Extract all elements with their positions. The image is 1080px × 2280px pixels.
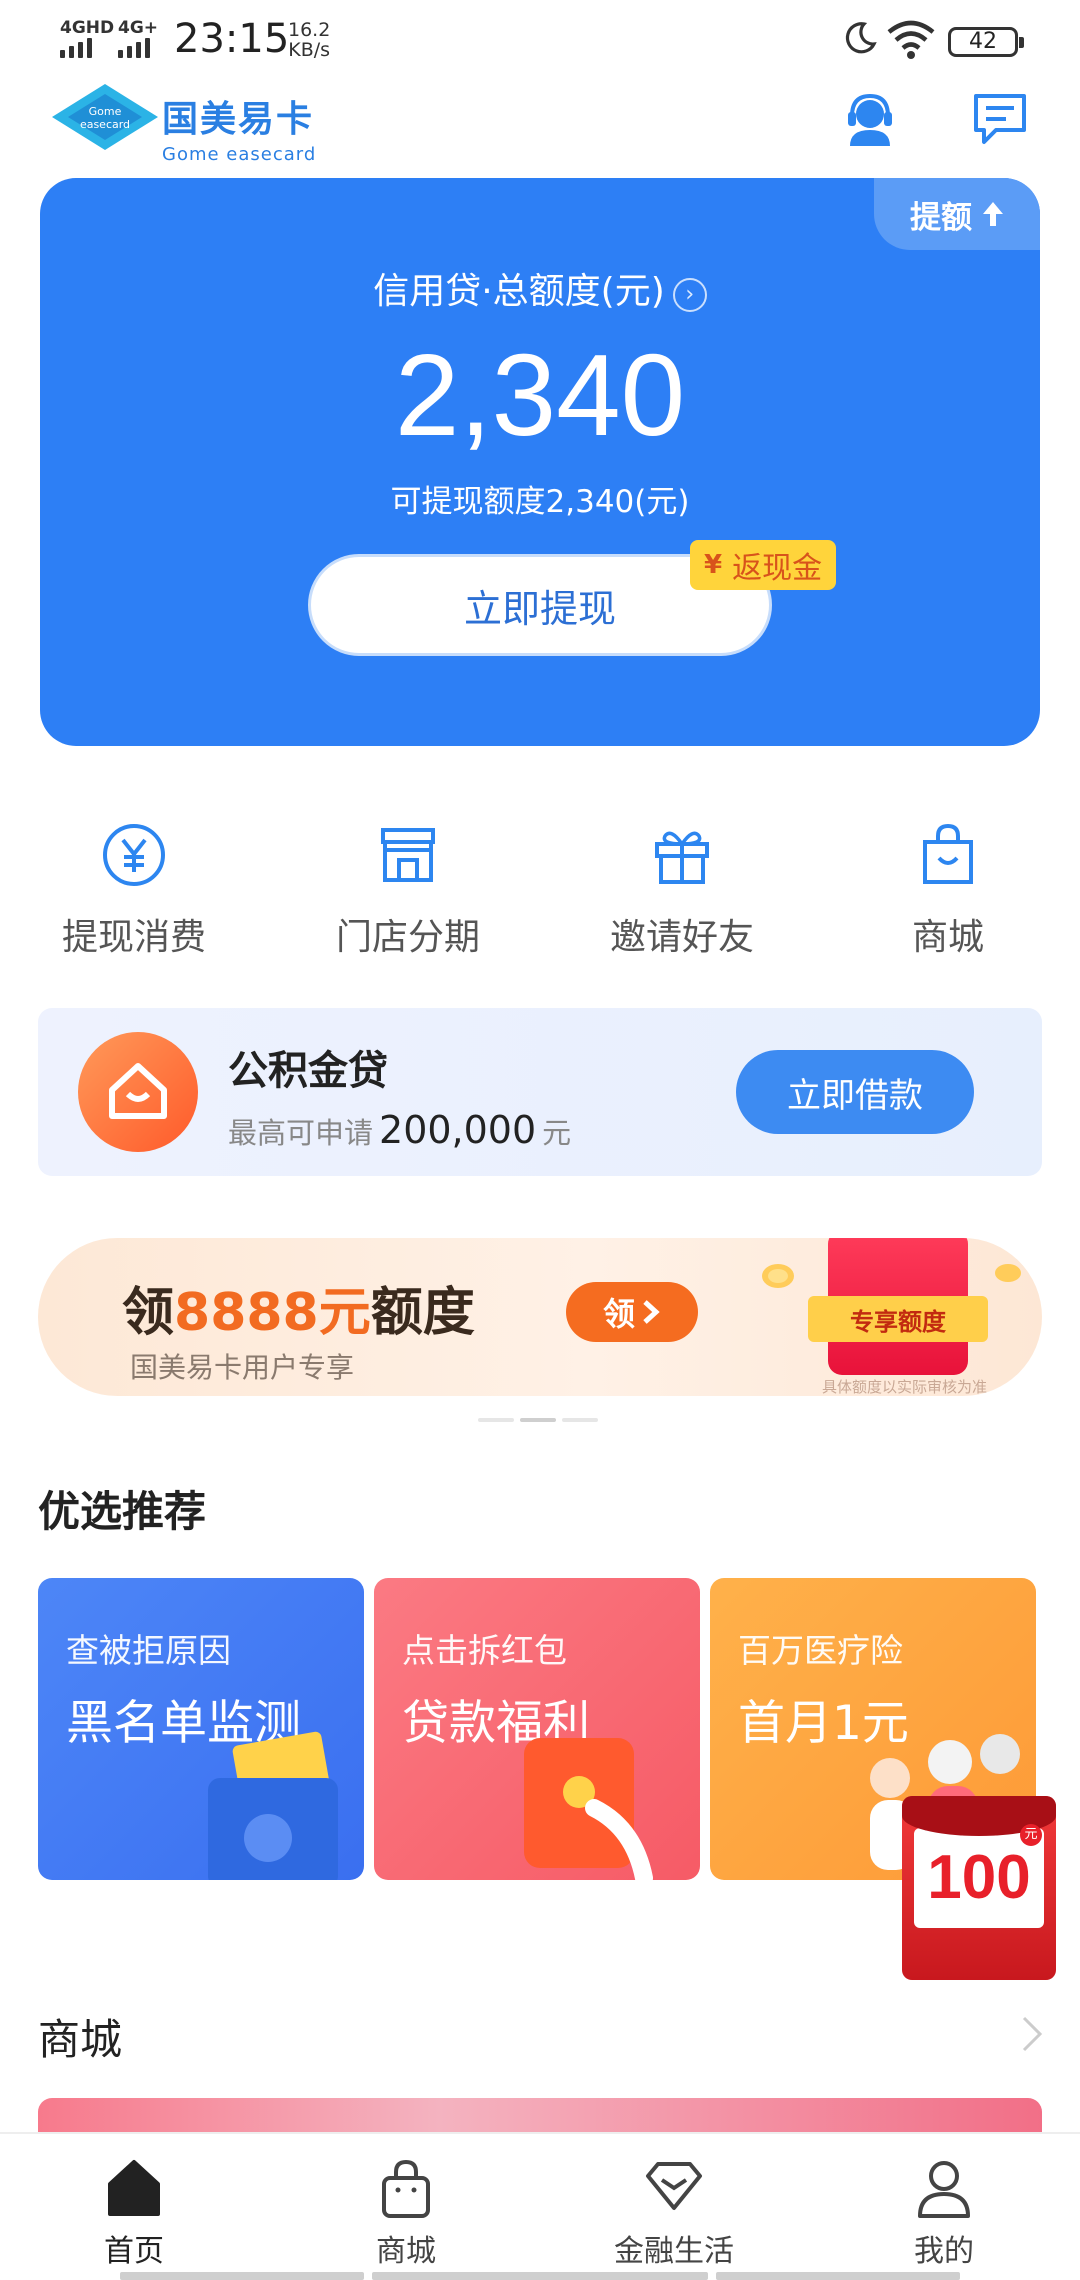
chevron-right-icon: [643, 1300, 660, 1324]
network-type-1: 4GHD: [60, 18, 115, 38]
loan-max-amount: 最高可申请 200,000 元: [228, 1108, 571, 1152]
diamond-icon: [646, 2162, 702, 2210]
quick-item-withdraw[interactable]: 提现消费: [44, 820, 224, 960]
gesture-bar: [120, 2272, 364, 2280]
carousel-indicator: [478, 1418, 598, 1422]
signal-1-icon: [60, 38, 92, 58]
coin-icon: [995, 1264, 1021, 1282]
signal-2-icon: [118, 38, 150, 58]
recommend-card-red-packet[interactable]: 点击拆红包 贷款福利: [374, 1578, 700, 1880]
quick-item-mall[interactable]: 商城: [858, 820, 1038, 960]
svg-text:easecard: easecard: [80, 118, 130, 131]
cashback-badge: ¥ 返现金: [690, 540, 837, 590]
red-packet-value: 100: [927, 1843, 1031, 1912]
brand-name: 国美易卡 Gome easecard: [162, 90, 316, 165]
promo-title-suffix: 额度: [370, 1283, 475, 1343]
loan-title: 公积金贷: [228, 1048, 388, 1094]
network-type-2: 4G+: [118, 18, 159, 38]
cashback-label: 返现金: [732, 551, 823, 586]
provident-fund-loan-card[interactable]: 公积金贷 最高可申请 200,000 元 立即借款: [38, 1008, 1042, 1176]
quick-item-store-installment[interactable]: 门店分期: [318, 820, 498, 960]
nav-mall[interactable]: 商城: [306, 2156, 506, 2270]
credit-limit-title-text: 信用贷·总额度(元): [373, 271, 665, 312]
raise-limit-label: 提额: [910, 199, 972, 236]
yen-icon: [103, 824, 165, 886]
promo-title-highlight: 8888元: [174, 1283, 371, 1343]
raise-limit-button[interactable]: 提额: [874, 178, 1040, 250]
speed-value: 16.2: [288, 19, 331, 41]
status-bar: 4GHD 4G+ 23:15 16.2 KB/s 42: [0, 0, 1080, 80]
carousel-dot-active: [520, 1418, 556, 1422]
brand-name-en: Gome easecard: [162, 144, 317, 165]
chevron-right-icon[interactable]: [1020, 2014, 1044, 2054]
mall-title: 商城: [38, 2015, 123, 2064]
promo-title: 领8888元额度: [122, 1270, 475, 1345]
shopping-bag-icon: [923, 823, 973, 884]
home-icon: [108, 2160, 160, 2216]
recommend-card-sub: 百万医疗险: [738, 1631, 903, 1670]
recommend-card-blacklist[interactable]: 查被拒原因 黑名单监测: [38, 1578, 364, 1880]
floating-red-packet[interactable]: 100 元: [902, 1796, 1056, 1980]
speed-unit: KB/s: [288, 39, 331, 61]
loan-max-value: 200,000: [379, 1108, 537, 1152]
gesture-bar: [372, 2272, 708, 2280]
red-packet-unit: 元: [1020, 1824, 1042, 1846]
nav-label: 我的: [914, 2234, 974, 2269]
credit-limit-title: 信用贷·总额度(元) ›: [40, 262, 1040, 314]
red-packet-icon: [524, 1738, 653, 1880]
promo-note: 具体额度以实际审核为准: [822, 1378, 988, 1396]
promo-subtitle: 国美易卡用户专享: [130, 1351, 355, 1384]
quick-item-label: 邀请好友: [609, 917, 754, 958]
quick-item-invite[interactable]: 邀请好友: [592, 820, 772, 960]
house-icon: [78, 1032, 198, 1152]
recommend-title: 优选推荐: [38, 1487, 207, 1536]
carousel-dot: [478, 1418, 514, 1422]
nav-profile[interactable]: 我的: [844, 2156, 1044, 2270]
svg-text:Gome: Gome: [89, 105, 122, 118]
battery-indicator: 42: [948, 27, 1024, 57]
chevron-right-circle-icon[interactable]: ›: [672, 278, 707, 312]
document-folder-icon: [208, 1731, 338, 1880]
shopping-bag-icon: [382, 2159, 430, 2218]
recommend-card-sub: 查被拒原因: [66, 1631, 231, 1670]
nav-finance-life[interactable]: 金融生活: [574, 2156, 774, 2270]
promo-banner[interactable]: 领8888元额度 国美易卡用户专享 领 专享额度 具体额度以实际审核为准: [38, 1238, 1042, 1396]
coin-icon: [762, 1264, 794, 1288]
quick-item-label: 商城: [911, 917, 984, 958]
quick-item-label: 门店分期: [335, 917, 480, 958]
promo-get-button[interactable]: 领: [566, 1282, 698, 1342]
nav-label: 首页: [104, 2234, 164, 2269]
quick-item-label: 提现消费: [61, 917, 206, 958]
loan-max-unit: 元: [542, 1116, 572, 1150]
arrow-up-icon: [983, 202, 1003, 226]
profile-icon: [918, 2161, 970, 2218]
network-speed: 16.2 KB/s: [288, 20, 330, 60]
nav-label: 商城: [376, 2234, 436, 2269]
packet-label: 专享额度: [808, 1296, 988, 1342]
wifi-icon: [887, 20, 935, 59]
gift-icon: [655, 831, 709, 884]
nav-label: 金融生活: [614, 2234, 734, 2269]
promo-get-label: 领: [602, 1295, 635, 1333]
credit-limit-amount: 2,340: [394, 330, 686, 460]
yen-icon: ¥: [704, 550, 723, 580]
clock: 23:15: [174, 16, 290, 62]
red-packet-icon: 专享额度: [808, 1238, 988, 1375]
gome-logo-icon: Gome easecard: [52, 84, 158, 150]
borrow-now-button[interactable]: 立即借款: [736, 1050, 974, 1134]
message-icon[interactable]: [970, 88, 1030, 148]
promo-title-prefix: 领: [122, 1283, 175, 1343]
credit-limit-card: 提额 信用贷·总额度(元) › 2,340 可提现额度2,340(元) 立即提现 …: [40, 178, 1040, 746]
carousel-dot: [562, 1418, 598, 1422]
brand-name-cn: 国美易卡: [162, 99, 315, 140]
loan-max-prefix: 最高可申请: [228, 1116, 374, 1150]
store-icon: [381, 828, 435, 882]
bottom-navigation: 首页 商城 金融生活 我的: [0, 2132, 1080, 2280]
customer-service-icon[interactable]: [840, 88, 900, 148]
available-limit: 可提现额度2,340(元): [390, 484, 690, 520]
recommend-card-sub: 点击拆红包: [402, 1631, 567, 1670]
gesture-bar: [716, 2272, 960, 2280]
do-not-disturb-icon: [845, 22, 877, 54]
nav-home[interactable]: 首页: [34, 2156, 234, 2270]
